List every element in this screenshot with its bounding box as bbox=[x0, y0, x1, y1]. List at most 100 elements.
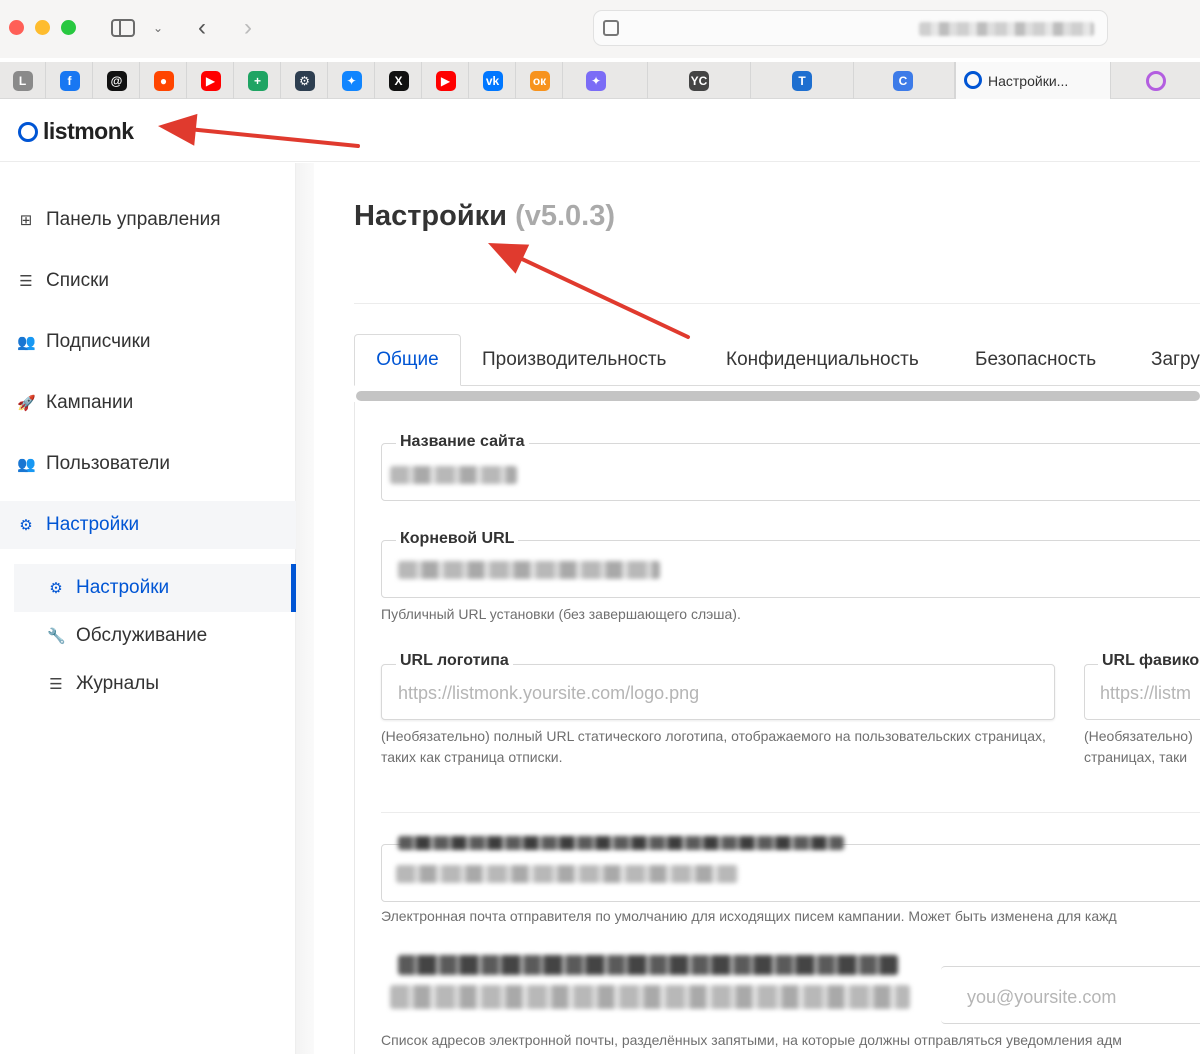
gear-icon: ⚙ bbox=[19, 517, 33, 534]
browser-pinned-tab[interactable]: vk bbox=[470, 62, 516, 99]
zoom-window-button[interactable] bbox=[61, 20, 76, 35]
sidebar-item-label: Подписчики bbox=[46, 331, 151, 352]
root-url-help: Публичный URL установки (без завершающег… bbox=[381, 606, 741, 622]
gear-icon: ⚙ bbox=[49, 580, 63, 597]
sidebar-divider bbox=[296, 163, 314, 1054]
browser-tab[interactable]: YC bbox=[648, 62, 751, 99]
reddit-icon: ● bbox=[153, 70, 174, 91]
sheets-icon: + bbox=[247, 70, 268, 91]
divider bbox=[354, 303, 1200, 304]
root-url-value-redacted bbox=[398, 561, 660, 579]
favicon-url-help-line1: (Необязательно) bbox=[1084, 728, 1193, 744]
close-window-button[interactable] bbox=[9, 20, 24, 35]
sidebar-item-dashboard[interactable]: ⊞ Панель управления bbox=[0, 196, 296, 244]
sidebar-subitem-logs[interactable]: ☰ Журналы bbox=[14, 660, 296, 708]
reader-icon[interactable] bbox=[603, 20, 619, 36]
sidebar-item-label: Настройки bbox=[46, 514, 140, 535]
sidebar-item-label: Панель управления bbox=[46, 209, 221, 230]
logo-url-label: URL логотипа bbox=[396, 652, 513, 670]
facebook-icon: f bbox=[59, 70, 80, 91]
x-icon: X bbox=[388, 70, 409, 91]
tab-uploads[interactable]: Загру bbox=[1151, 334, 1200, 386]
app-header bbox=[0, 100, 1200, 162]
title-annotation-arrow-shaft bbox=[520, 257, 690, 339]
root-url-field[interactable] bbox=[381, 540, 1200, 598]
browser-pinned-tab[interactable]: ✦ bbox=[329, 62, 375, 99]
page-title-text: Настройки bbox=[354, 200, 508, 232]
browser-tab-title: Настройки... bbox=[988, 72, 1069, 89]
sidebar-subitem-maintenance[interactable]: 🔧 Обслуживание bbox=[14, 612, 296, 660]
browser-tab-active[interactable]: Настройки... bbox=[955, 62, 1111, 99]
podcasts-icon bbox=[1145, 70, 1166, 91]
listmonk-logo-icon bbox=[18, 121, 38, 142]
browser-pinned-tab[interactable]: ⚙ bbox=[282, 62, 328, 99]
browser-tab[interactable]: T bbox=[751, 62, 854, 99]
from-email-value-redacted bbox=[396, 865, 738, 883]
gemini-icon: ✦ bbox=[586, 70, 606, 91]
logo-url-help: (Необязательно) полный URL статического … bbox=[381, 728, 1046, 765]
minimize-window-button[interactable] bbox=[35, 20, 50, 35]
sidebar-item-lists[interactable]: ☰ Списки bbox=[0, 257, 296, 305]
brand-logo[interactable]: listmonk bbox=[18, 118, 134, 145]
c-icon: C bbox=[893, 70, 913, 91]
site-name-field[interactable] bbox=[381, 443, 1200, 501]
chevron-down-icon[interactable]: ⌄ bbox=[150, 14, 166, 42]
logo-url-field[interactable]: https://listmonk.yoursite.com/logo.png bbox=[381, 664, 1055, 720]
logo-url-placeholder: https://listmonk.yoursite.com/logo.png bbox=[398, 683, 700, 703]
browser-pinned-tab[interactable]: @ bbox=[94, 62, 140, 99]
tab-bar: Настройки... Lf @ ● ▶ + ⚙ ✦ X ▶ vk ок ✦ YC T C bbox=[0, 62, 1200, 99]
back-arrow-icon[interactable]: ‹ bbox=[190, 14, 214, 42]
horizontal-scrollbar[interactable] bbox=[356, 391, 1200, 401]
address-bar-url-redacted bbox=[919, 22, 1094, 36]
l-icon: L bbox=[12, 70, 33, 91]
browser-tab[interactable]: ✦ bbox=[545, 62, 648, 99]
forward-arrow-icon[interactable]: › bbox=[236, 14, 260, 42]
sidebar-item-settings[interactable]: ⚙ Настройки bbox=[0, 501, 296, 549]
browser-pinned-tab[interactable]: f bbox=[47, 62, 93, 99]
rocket-icon: 🚀 bbox=[17, 395, 36, 412]
favicon-url-placeholder: https://listm bbox=[1100, 683, 1192, 703]
sidebar-subitem-label: Журналы bbox=[76, 673, 159, 694]
browser-pinned-tab[interactable]: ● bbox=[141, 62, 187, 99]
browser-titlebar: ⌄ ‹ › bbox=[0, 0, 1200, 58]
root-url-label: Корневой URL bbox=[396, 530, 519, 548]
notify-emails-help: Список адресов электронной почты, раздел… bbox=[381, 1032, 1122, 1048]
tab-performance[interactable]: Производительность bbox=[482, 334, 666, 386]
sidebar-item-subscribers[interactable]: 👥 Подписчики bbox=[0, 318, 296, 366]
title-annotation-arrow-head bbox=[488, 243, 530, 274]
sidebar-item-campaigns[interactable]: 🚀 Кампании bbox=[0, 379, 296, 427]
favicon-url-help: (Необязательно) страницах, таки bbox=[1084, 726, 1200, 768]
notify-emails-field[interactable]: you@yoursite.com bbox=[941, 966, 1200, 1024]
sidebar-toggle-icon[interactable] bbox=[108, 14, 138, 42]
sidebar-item-label: Списки bbox=[46, 270, 110, 291]
listmonk-logo-icon bbox=[964, 71, 982, 89]
youtube-icon: ▶ bbox=[200, 70, 221, 91]
from-email-field[interactable] bbox=[381, 844, 1200, 902]
tab-privacy[interactable]: Конфиденциальность bbox=[726, 334, 919, 386]
yc-icon: YC bbox=[689, 70, 709, 91]
list-icon: ☰ bbox=[49, 676, 63, 693]
section-divider bbox=[381, 812, 1200, 813]
list-icon: ☰ bbox=[19, 273, 33, 290]
tab-general[interactable]: Общие bbox=[354, 334, 461, 386]
browser-pinned-tab[interactable]: X bbox=[376, 62, 422, 99]
notify-emails-placeholder: you@yoursite.com bbox=[967, 987, 1117, 1007]
browser-pinned-tab[interactable]: ▶ bbox=[188, 62, 234, 99]
browser-pinned-tab[interactable]: L bbox=[0, 62, 46, 99]
browser-pinned-tab[interactable]: ▶ bbox=[423, 62, 469, 99]
favicon-url-field[interactable]: https://listm bbox=[1084, 664, 1200, 720]
browser-pinned-tab[interactable]: + bbox=[235, 62, 281, 99]
sidebar-item-users[interactable]: 👥 Пользователи bbox=[0, 440, 296, 488]
browser-tab-podcasts[interactable] bbox=[1111, 62, 1200, 99]
browser-tab[interactable]: C bbox=[852, 62, 955, 99]
wrench-icon: 🔧 bbox=[47, 628, 66, 645]
page-title: Настройки (v5.0.3) bbox=[354, 200, 615, 233]
address-bar[interactable] bbox=[593, 10, 1108, 46]
sidebar-subitem-settings[interactable]: ⚙ Настройки bbox=[14, 564, 296, 612]
favicon-url-help-line2: страницах, таки bbox=[1084, 749, 1188, 765]
tab-security[interactable]: Безопасность bbox=[975, 334, 1096, 386]
site-name-label: Название сайта bbox=[396, 433, 529, 451]
notify-emails-label-redacted bbox=[398, 955, 898, 975]
site-name-value-redacted bbox=[390, 466, 517, 484]
t-icon: T bbox=[792, 70, 812, 91]
